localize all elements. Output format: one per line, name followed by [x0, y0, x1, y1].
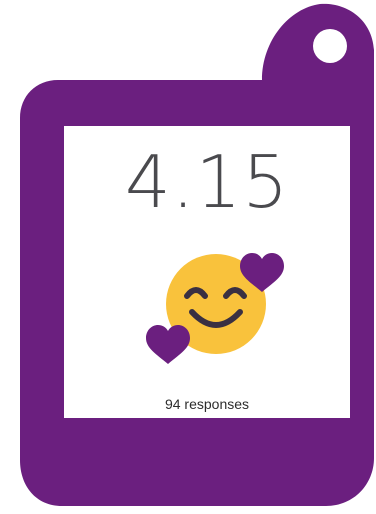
rating-card: 4.15 94 responses [64, 126, 350, 418]
smiling-face-with-hearts-icon [146, 253, 284, 364]
heart-icon-bottom [146, 325, 190, 364]
responses-count: 94 responses [164, 396, 250, 412]
average-score: 4.15 [124, 140, 290, 224]
